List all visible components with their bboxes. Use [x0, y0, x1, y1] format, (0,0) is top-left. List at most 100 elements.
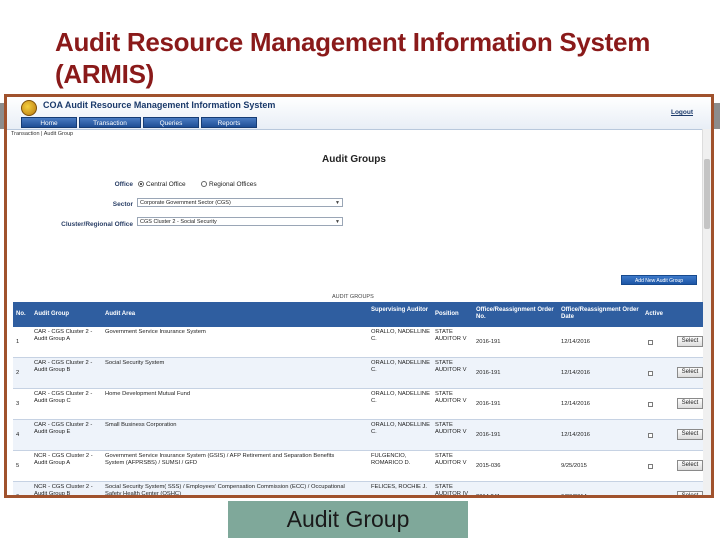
- nav-transaction[interactable]: Transaction: [79, 117, 141, 128]
- slide-title: Audit Resource Management Information Sy…: [55, 27, 651, 89]
- row-no: 1: [16, 339, 20, 345]
- screenshot-frame: COA Audit Resource Management Informatio…: [4, 94, 714, 498]
- row-audit-area: Government Service Insurance System (GSI…: [105, 453, 335, 466]
- row-no: 2: [16, 370, 20, 376]
- chevron-down-icon: ▼: [335, 219, 340, 225]
- row-position: STATE AUDITOR V: [435, 422, 467, 435]
- cluster-select-value: CGS Cluster 2 - Social Security: [140, 219, 217, 225]
- header-no: No.: [16, 311, 26, 317]
- row-audit-area: Small Business Corporation: [105, 422, 177, 428]
- header-audit-group: Audit Group: [34, 311, 69, 317]
- select-button[interactable]: Select: [677, 491, 703, 495]
- scrollbar-thumb[interactable]: [704, 159, 710, 229]
- chevron-down-icon: ▼: [335, 200, 340, 206]
- row-supervising-auditor: ORALLO, NADELLINE C.: [371, 329, 430, 342]
- row-order-date: 12/14/2016: [561, 370, 591, 376]
- audit-groups-section-label: AUDIT GROUPS: [332, 294, 374, 300]
- radio-regional-offices-label: Regional Offices: [209, 181, 257, 188]
- row-order-no: 2015-036: [476, 463, 501, 469]
- header-position: Position: [435, 311, 459, 317]
- row-supervising-auditor: FELICES, ROCHIE J.: [371, 484, 428, 490]
- radio-regional-offices[interactable]: [201, 181, 207, 187]
- row-order-date: 9/25/2015: [561, 463, 587, 469]
- row-order-date: 12/14/2016: [561, 432, 591, 438]
- row-audit-area: Home Development Mutual Fund: [105, 391, 191, 397]
- select-button[interactable]: Select: [677, 398, 703, 409]
- row-position: STATE AUDITOR V: [435, 360, 467, 373]
- radio-central-office-label: Central Office: [146, 181, 186, 188]
- sector-label: Sector: [112, 201, 133, 208]
- row-audit-group: CAR - CGS Cluster 2 - Audit Group A: [34, 329, 93, 342]
- row-order-date: 12/14/2016: [561, 401, 591, 407]
- row-audit-area: Government Service Insurance System: [105, 329, 206, 335]
- app-title: COA Audit Resource Management Informatio…: [43, 100, 276, 110]
- sector-select[interactable]: Corporate Government Sector (CGS) ▼: [137, 198, 343, 207]
- nav-home[interactable]: Home: [21, 117, 77, 128]
- row-no: 6: [16, 494, 20, 498]
- coa-logo-icon: [21, 100, 37, 116]
- select-button[interactable]: Select: [677, 336, 703, 347]
- row-position: STATE AUDITOR V: [435, 329, 467, 342]
- table-row: 5 NCR - CGS Cluster 2 - Audit Group A Gove…: [13, 451, 703, 482]
- row-audit-group: NCR - CGS Cluster 2 - Audit Group B: [34, 484, 93, 497]
- header-order-no: Office/Reassignment Order No.: [476, 307, 554, 320]
- row-audit-area: Social Security System( SSS) / Employees…: [105, 484, 345, 497]
- row-supervising-auditor: ORALLO, NADELLINE C.: [371, 360, 430, 373]
- select-button[interactable]: Select: [677, 429, 703, 440]
- header-audit-area: Audit Area: [105, 311, 136, 317]
- row-no: 5: [16, 463, 20, 469]
- office-label: Office: [114, 181, 133, 188]
- table-header: No. Audit Group Audit Area Supervising A…: [13, 302, 703, 327]
- row-no: 3: [16, 401, 20, 407]
- row-supervising-auditor: FULGENCIO, ROMARICO D.: [371, 453, 411, 466]
- add-audit-group-button[interactable]: Add New Audit Group: [621, 275, 697, 285]
- table-row: 2 CAR - CGS Cluster 2 - Audit Group B Soci…: [13, 358, 703, 389]
- scrollbar[interactable]: [702, 129, 711, 495]
- row-position: STATE AUDITOR V: [435, 453, 467, 466]
- row-order-no: 2016-191: [476, 401, 501, 407]
- row-position: STATE AUDITOR IV: [435, 484, 469, 497]
- active-checkbox[interactable]: [648, 464, 653, 469]
- active-checkbox[interactable]: [648, 340, 653, 345]
- row-audit-group: CAR - CGS Cluster 2 - Audit Group B: [34, 360, 93, 373]
- row-order-date: 6/20/2014: [561, 494, 587, 498]
- audit-groups-table: No. Audit Group Audit Area Supervising A…: [13, 302, 703, 498]
- active-checkbox[interactable]: [648, 433, 653, 438]
- header-supervising-auditor: Supervising Auditor: [371, 307, 429, 313]
- active-checkbox[interactable]: [648, 495, 653, 498]
- row-audit-group: NCR - CGS Cluster 2 - Audit Group A: [34, 453, 93, 466]
- row-order-no: 2016-191: [476, 370, 501, 376]
- nav-reports[interactable]: Reports: [201, 117, 257, 128]
- row-order-no: 2016-191: [476, 432, 501, 438]
- page-heading: Audit Groups: [322, 154, 386, 165]
- table-row: 1 CAR - CGS Cluster 2 - Audit Group A Gove…: [13, 327, 703, 358]
- select-button[interactable]: Select: [677, 367, 703, 378]
- table-row: 4 CAR - CGS Cluster 2 - Audit Group E Smal…: [13, 420, 703, 451]
- row-supervising-auditor: ORALLO, NADELLINE C.: [371, 422, 430, 435]
- sector-select-value: Corporate Government Sector (CGS): [140, 200, 231, 206]
- row-no: 4: [16, 432, 20, 438]
- logout-link[interactable]: Logout: [671, 109, 693, 116]
- header-active: Active: [645, 311, 664, 317]
- nav-queries[interactable]: Queries: [143, 117, 199, 128]
- row-position: STATE AUDITOR V: [435, 391, 467, 404]
- table-row: 6 NCR - CGS Cluster 2 - Audit Group B Soci…: [13, 482, 703, 498]
- row-audit-area: Social Security System: [105, 360, 165, 366]
- radio-central-office[interactable]: [138, 181, 144, 187]
- slide-caption: Audit Group: [228, 501, 468, 538]
- active-checkbox[interactable]: [648, 371, 653, 376]
- row-order-no: 2016-191: [476, 339, 501, 345]
- app-header: COA Audit Resource Management Informatio…: [7, 97, 711, 130]
- active-checkbox[interactable]: [648, 402, 653, 407]
- row-audit-group: CAR - CGS Cluster 2 - Audit Group E: [34, 422, 93, 435]
- table-row: 3 CAR - CGS Cluster 2 - Audit Group C Home…: [13, 389, 703, 420]
- cluster-label: Cluster/Regional Office: [61, 221, 133, 228]
- row-order-date: 12/14/2016: [561, 339, 591, 345]
- breadcrumb: Transaction | Audit Group: [11, 131, 74, 137]
- row-order-no: 2014 241: [476, 494, 501, 498]
- cluster-select[interactable]: CGS Cluster 2 - Social Security ▼: [137, 217, 343, 226]
- main-nav: Home Transaction Queries Reports: [21, 117, 257, 128]
- row-audit-group: CAR - CGS Cluster 2 - Audit Group C: [34, 391, 93, 404]
- select-button[interactable]: Select: [677, 460, 703, 471]
- row-supervising-auditor: ORALLO, NADELLINE C.: [371, 391, 430, 404]
